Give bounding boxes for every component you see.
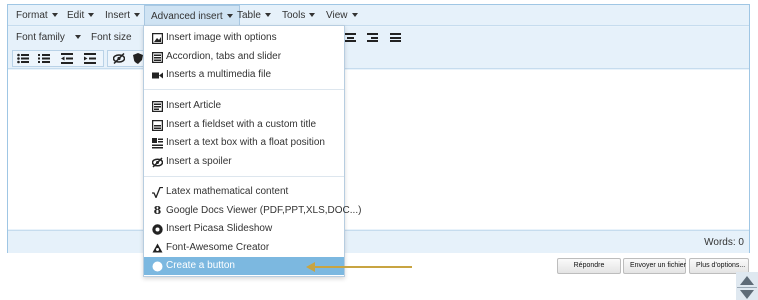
button-icon	[152, 261, 163, 272]
menu-format-label: Format	[16, 10, 48, 21]
google-icon: 8	[153, 204, 162, 217]
word-count: Words: 0	[704, 237, 744, 248]
caret-down-icon	[51, 13, 58, 17]
align-right-button[interactable]	[363, 29, 381, 46]
font-size-label: Font size	[91, 32, 132, 43]
menu-tools[interactable]: Tools	[276, 5, 321, 26]
menu-item-google-docs[interactable]: 8 Google Docs Viewer (PDF,PPT,XLS,DOC...…	[144, 202, 362, 220]
annotation-arrow-line	[314, 266, 412, 268]
menu-item-insert-article[interactable]: Insert Article	[144, 97, 344, 115]
menu-item-label: Insert a spoiler	[166, 156, 232, 167]
statusbar: Words: 0	[8, 230, 749, 253]
menu-table[interactable]: Table	[231, 5, 277, 26]
sqrt-icon	[152, 186, 163, 198]
menubar: Format Edit Insert Advanced insert Table…	[8, 5, 749, 26]
scroll-widget	[736, 272, 758, 300]
caret-down-icon	[134, 13, 141, 17]
menu-item-picasa[interactable]: Insert Picasa Slideshow	[144, 220, 344, 238]
menu-item-label: Insert Article	[166, 100, 222, 111]
toolbar-row-1: Font family Font size	[8, 27, 749, 48]
toolbar-row-2	[8, 48, 749, 69]
font-size-select[interactable]: Font size	[83, 29, 132, 46]
outdent-button[interactable]	[58, 50, 76, 67]
numbered-list-button[interactable]	[35, 50, 53, 67]
menu-item-label: Inserts a multimedia file	[166, 69, 272, 80]
menu-item-label: Accordion, tabs and slider	[166, 51, 282, 62]
annotation-arrow-head-icon	[306, 262, 315, 272]
menu-item-label: Latex mathematical content	[166, 186, 289, 197]
reply-button[interactable]: Répondre	[557, 258, 621, 274]
menu-item-label: Google Docs Viewer (PDF,PPT,XLS,DOC...)	[166, 205, 362, 216]
caret-down-icon	[74, 35, 81, 39]
scroll-up-icon[interactable]	[740, 276, 754, 285]
video-icon	[152, 70, 163, 81]
menu-view-label: View	[326, 10, 348, 21]
menu-edit-label: Edit	[67, 10, 85, 21]
align-justify-icon	[389, 33, 401, 42]
menu-insert-label: Insert	[105, 10, 131, 21]
menu-advanced-insert-label: Advanced insert	[151, 11, 223, 22]
menu-format[interactable]: Format	[10, 5, 64, 26]
hide-button[interactable]	[110, 50, 128, 67]
menu-item-multimedia[interactable]: Inserts a multimedia file	[144, 66, 344, 84]
editor-content-area[interactable]	[8, 70, 749, 229]
bullet-list-button[interactable]	[14, 50, 32, 67]
numbered-list-icon	[38, 54, 50, 63]
upload-file-button[interactable]: Envoyer un fichier	[623, 258, 686, 274]
menu-item-latex[interactable]: Latex mathematical content	[144, 183, 344, 201]
outdent-icon	[61, 53, 73, 64]
spoiler-icon	[152, 156, 163, 168]
menu-advanced-insert[interactable]: Advanced insert	[144, 5, 240, 26]
menu-view[interactable]: View	[320, 5, 364, 26]
menu-item-label: Create a button	[166, 260, 235, 271]
indent-icon	[84, 53, 96, 64]
font-family-label: Font family	[16, 32, 65, 43]
align-justify-button[interactable]	[386, 29, 404, 46]
scroll-divider	[737, 287, 757, 288]
caret-down-icon	[309, 13, 316, 17]
scroll-down-icon[interactable]	[740, 290, 754, 299]
menu-item-accordion[interactable]: Accordion, tabs and slider	[144, 48, 344, 66]
caret-down-icon	[351, 13, 358, 17]
indent-button[interactable]	[81, 50, 99, 67]
textbox-icon	[152, 137, 163, 149]
menu-edit[interactable]: Edit	[61, 5, 100, 26]
menu-item-insert-image[interactable]: Insert image with options	[144, 29, 344, 47]
menu-item-label: Insert a fieldset with a custom title	[166, 119, 317, 130]
menu-item-textbox[interactable]: Insert a text box with a float position	[144, 134, 344, 152]
bullet-list-icon	[17, 53, 29, 64]
menu-item-label: Insert Picasa Slideshow	[166, 223, 273, 234]
menu-item-label: Insert a text box with a float position	[166, 137, 325, 148]
menu-item-spoiler[interactable]: Insert a spoiler	[144, 153, 344, 171]
menu-table-label: Table	[237, 10, 261, 21]
align-center-icon	[344, 33, 356, 42]
advanced-insert-dropdown: Insert image with options Accordion, tab…	[143, 25, 362, 277]
accordion-icon	[152, 51, 163, 63]
menu-item-label: Font-Awesome Creator	[166, 242, 270, 253]
flag-icon	[152, 243, 163, 254]
picasa-icon	[152, 223, 163, 235]
menu-tools-label: Tools	[282, 10, 306, 21]
menu-item-fieldset[interactable]: Insert a fieldset with a custom title	[144, 116, 344, 134]
fieldset-icon	[152, 119, 163, 131]
rich-text-editor: Format Edit Insert Advanced insert Table…	[7, 4, 750, 253]
font-family-select[interactable]: Font family	[8, 29, 81, 46]
menu-separator	[144, 89, 344, 90]
menu-separator	[144, 176, 344, 177]
menu-item-font-awesome[interactable]: Font-Awesome Creator	[144, 239, 344, 257]
menu-insert[interactable]: Insert	[99, 5, 146, 26]
image-icon	[152, 32, 163, 44]
align-right-icon	[366, 33, 378, 42]
caret-down-icon	[88, 13, 95, 17]
menu-item-label: Insert image with options	[166, 32, 277, 43]
caret-down-icon	[264, 13, 271, 17]
article-icon	[152, 100, 163, 112]
eye-slash-icon	[113, 53, 125, 64]
